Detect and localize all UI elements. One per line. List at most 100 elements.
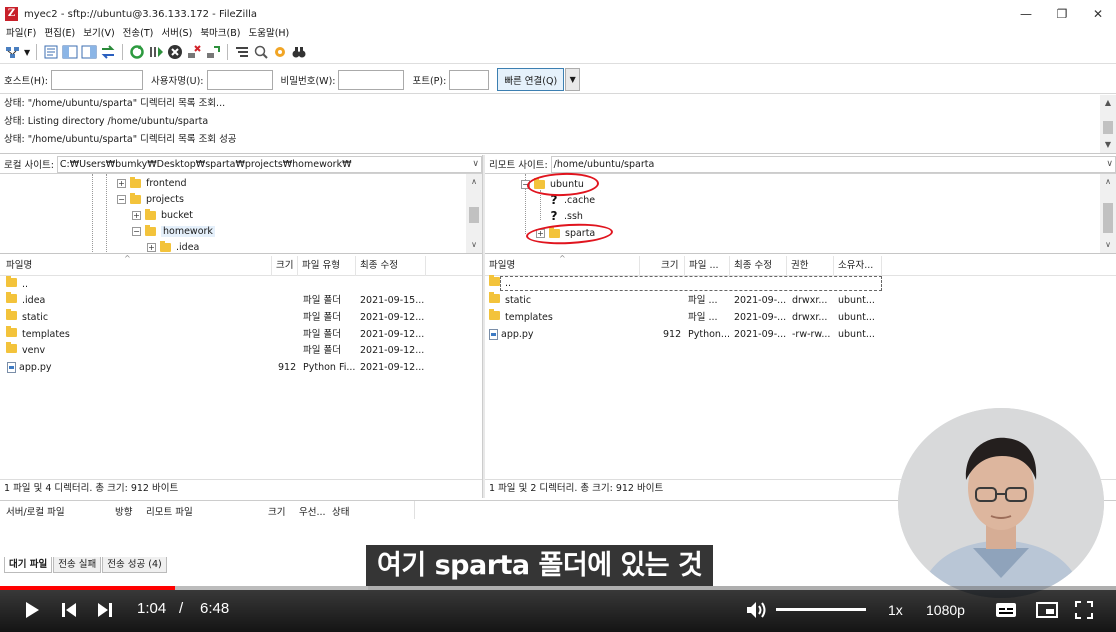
local-tree-scrollbar[interactable]: ∧ ∨ <box>466 174 482 253</box>
cancel-operation-icon[interactable] <box>167 44 183 60</box>
column-header-modified[interactable]: 최종 수정 <box>730 256 787 276</box>
subtitles-icon[interactable] <box>995 602 1017 618</box>
column-header-permissions[interactable]: 권한 <box>787 256 834 276</box>
local-path-input[interactable]: C:₩Users₩bumky₩Desktop₩sparta₩projects₩h… <box>56 155 482 173</box>
tree-item[interactable]: − projects <box>117 191 184 207</box>
remote-path-input[interactable]: /home/ubuntu/sparta ∨ <box>550 155 1116 173</box>
tree-item[interactable]: ? .ssh <box>549 208 583 224</box>
tree-item[interactable]: + frontend <box>117 175 187 191</box>
skip-back-icon[interactable] <box>61 602 77 618</box>
local-file-row[interactable]: .idea 파일 폴더 2021-09-15... <box>0 292 482 309</box>
column-header-type[interactable]: 파일 ... <box>685 256 730 276</box>
column-header-type[interactable]: 파일 유형 <box>298 256 356 276</box>
file-modified: 2021-09-... <box>734 295 787 306</box>
chevron-down-icon[interactable]: ∨ <box>472 157 479 172</box>
host-input[interactable] <box>50 69 143 90</box>
toggle-local-tree-icon[interactable] <box>62 44 78 60</box>
menu-file[interactable]: 파일(F) <box>6 27 36 41</box>
remote-file-row[interactable]: app.py 912 Python... 2021-09-... -rw-rw.… <box>485 326 885 343</box>
chevron-down-icon[interactable]: ∨ <box>1106 157 1113 172</box>
menu-help[interactable]: 도움말(H) <box>248 27 289 41</box>
tree-item-label: .idea <box>176 241 200 253</box>
expand-icon[interactable]: + <box>147 242 156 252</box>
miniplayer-icon[interactable] <box>1036 602 1058 618</box>
scroll-down-icon[interactable]: ∨ <box>466 237 482 253</box>
column-header-filename[interactable]: 파일명 <box>2 256 272 276</box>
column-header-owner[interactable]: 소유자... <box>834 256 882 276</box>
scroll-thumb[interactable] <box>469 207 479 223</box>
tree-item[interactable]: + bucket <box>132 207 193 223</box>
scroll-thumb[interactable] <box>1103 121 1113 134</box>
remote-tree-scrollbar[interactable]: ∧ ∨ <box>1100 174 1116 253</box>
menu-transfer[interactable]: 전송(T) <box>123 27 154 41</box>
column-header-size[interactable]: 크기 <box>272 256 298 276</box>
tab-queued-files[interactable]: 대기 파일 <box>4 557 53 573</box>
menu-view[interactable]: 보기(V) <box>83 27 114 41</box>
log-scrollbar[interactable]: ▲ ▼ <box>1100 95 1116 153</box>
playback-speed[interactable]: 1x <box>888 602 903 618</box>
scroll-thumb[interactable] <box>1103 203 1113 233</box>
tree-item[interactable]: + .idea <box>147 239 200 253</box>
scroll-up-icon[interactable]: ∧ <box>466 174 482 190</box>
toggle-log-icon[interactable] <box>43 44 59 60</box>
menu-bookmarks[interactable]: 북마크(B) <box>200 27 240 41</box>
expand-icon[interactable]: + <box>117 178 126 188</box>
scroll-down-icon[interactable]: ∨ <box>1100 237 1116 253</box>
expand-icon[interactable]: + <box>132 210 141 220</box>
fullscreen-icon[interactable] <box>1075 601 1093 619</box>
scroll-up-icon[interactable]: ▲ <box>1100 95 1116 111</box>
remote-file-row[interactable]: templates 파일 ... 2021-09-... drwxr... ub… <box>485 309 885 326</box>
tab-failed-transfers[interactable]: 전송 실패 <box>53 557 102 573</box>
collapse-icon[interactable]: − <box>132 226 141 236</box>
menu-edit[interactable]: 편집(E) <box>44 27 75 41</box>
tree-item[interactable]: − homework <box>132 223 215 239</box>
reconnect-icon[interactable] <box>205 44 221 60</box>
quickconnect-dropdown-icon[interactable]: ▼ <box>565 68 581 91</box>
scroll-up-icon[interactable]: ∧ <box>1100 174 1116 190</box>
compare-directories-icon[interactable] <box>253 44 269 60</box>
queue-col-direction[interactable]: 방향 <box>115 504 132 518</box>
site-manager-icon[interactable] <box>5 44 21 60</box>
collapse-icon[interactable]: − <box>117 194 126 204</box>
play-icon[interactable] <box>24 601 40 619</box>
remote-file-row[interactable]: static 파일 ... 2021-09-... drwxr... ubunt… <box>485 292 885 309</box>
menu-server[interactable]: 서버(S) <box>161 27 192 41</box>
scroll-down-icon[interactable]: ▼ <box>1100 137 1116 153</box>
minimize-button[interactable]: — <box>1008 0 1044 28</box>
skip-next-icon[interactable] <box>97 602 113 618</box>
local-file-row[interactable]: .. <box>0 276 482 293</box>
disconnect-icon[interactable] <box>186 44 202 60</box>
sync-browsing-icon[interactable] <box>272 44 288 60</box>
toggle-queue-icon[interactable] <box>100 44 116 60</box>
volume-icon[interactable] <box>746 601 768 619</box>
username-input[interactable] <box>206 69 273 90</box>
process-queue-icon[interactable] <box>148 44 164 60</box>
queue-col-status[interactable]: 상태 <box>332 504 349 518</box>
tab-successful-transfers[interactable]: 전송 성공 (4) <box>102 557 167 573</box>
maximize-button[interactable]: ❐ <box>1044 0 1080 28</box>
quality-setting[interactable]: 1080p <box>926 602 965 618</box>
queue-col-priority[interactable]: 우선... <box>299 504 326 518</box>
remote-file-row[interactable]: .. <box>485 275 885 292</box>
column-header-size[interactable]: 크기 <box>657 256 685 276</box>
quickconnect-button[interactable]: 빠른 연결(Q) <box>497 68 565 91</box>
port-input[interactable] <box>449 69 490 90</box>
site-manager-dropdown-icon[interactable]: ▼ <box>24 48 30 57</box>
pane-splitter[interactable] <box>482 155 485 498</box>
refresh-icon[interactable] <box>129 44 145 60</box>
close-button[interactable]: ✕ <box>1080 0 1116 28</box>
local-file-row[interactable]: venv 파일 폴더 2021-09-12... <box>0 342 482 359</box>
volume-slider[interactable] <box>776 608 866 611</box>
directory-filter-icon[interactable] <box>234 44 250 60</box>
queue-col-size[interactable]: 크기 <box>268 504 285 518</box>
file-modified: 2021-09-12... <box>360 345 425 356</box>
queue-col-remote-file[interactable]: 리모트 파일 <box>146 504 193 518</box>
search-files-icon[interactable] <box>291 44 307 60</box>
toggle-remote-tree-icon[interactable] <box>81 44 97 60</box>
queue-col-server-local-file[interactable]: 서버/로컬 파일 <box>6 504 65 518</box>
local-file-row[interactable]: static 파일 폴더 2021-09-12... <box>0 309 482 326</box>
local-file-row[interactable]: app.py 912 Python Fi... 2021-09-12... <box>0 359 482 376</box>
column-header-modified[interactable]: 최종 수정 <box>356 256 426 276</box>
local-file-row[interactable]: templates 파일 폴더 2021-09-12... <box>0 326 482 343</box>
password-input[interactable] <box>338 69 405 90</box>
